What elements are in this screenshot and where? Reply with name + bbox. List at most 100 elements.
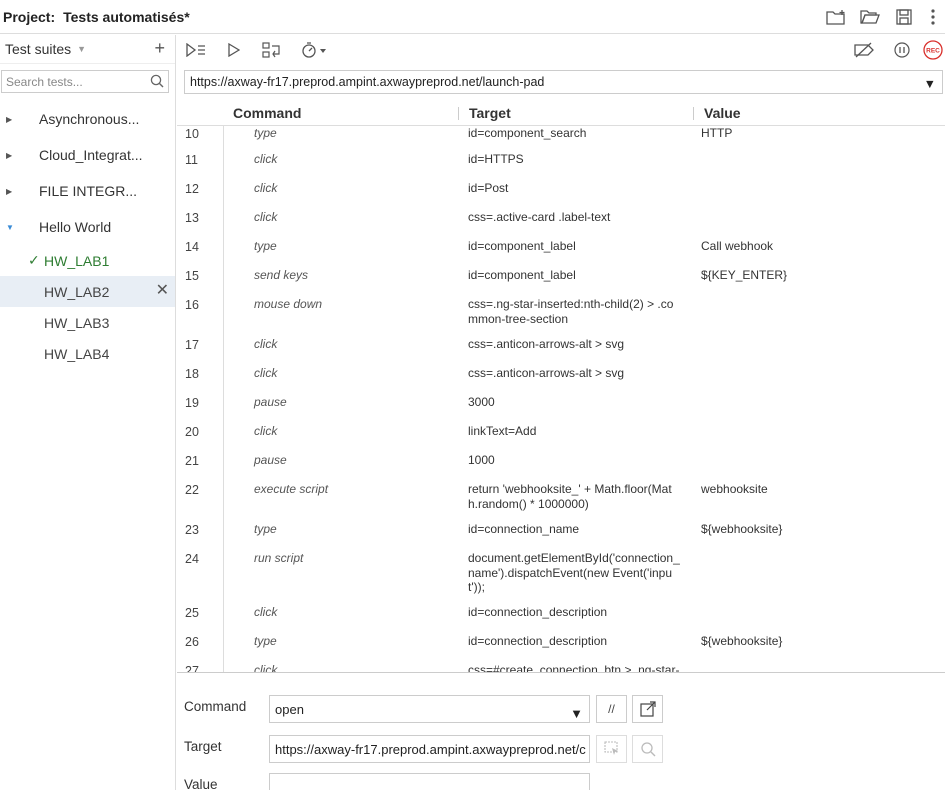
row-command: click [254,424,278,438]
chevron-down-icon[interactable]: ▼ [924,77,936,91]
disable-breakpoints-icon[interactable] [845,36,883,64]
search-tests-box [1,70,169,93]
table-row[interactable]: 27 click css=#create_connection_btn > .ng-… [177,655,945,673]
suite-item[interactable]: ▶ FILE INTEGR... [0,173,175,209]
command-value: open [275,701,304,717]
row-value: Call webhook [701,239,774,253]
row-command: click [254,210,278,224]
table-row[interactable]: 15 send keys id=component_label ${KEY_ENTER… [177,260,945,289]
command-editor: Command open ▼ // Target https://axway-f… [177,674,945,790]
row-target: css=.active-card .label-text [468,210,611,224]
row-target: 3000 [468,395,495,409]
column-divider[interactable] [693,107,694,120]
save-project-icon[interactable] [887,3,921,31]
row-target: document.getElementById('connection_name… [468,551,680,594]
row-number: 24 [185,552,199,566]
record-icon[interactable]: REC [921,36,945,64]
row-value: ${KEY_ENTER} [701,268,788,282]
suite-item[interactable]: ▶ Asynchronous... [0,101,175,137]
project-name[interactable]: Tests automatisés* [63,9,190,25]
row-command: mouse down [254,297,323,311]
table-row[interactable]: 18 click css=.anticon-arrows-alt > svg [177,358,945,387]
row-target: css=.anticon-arrows-alt > svg [468,337,625,351]
chevron-down-icon[interactable]: ▼ [77,44,86,54]
row-number: 15 [185,269,199,283]
more-options-icon[interactable] [921,3,945,31]
row-command: click [254,366,278,380]
table-row[interactable]: 16 mouse down css=.ng-star-inserted:nth-ch… [177,289,945,329]
caret-right-icon[interactable]: ▶ [6,151,12,160]
row-target: css=.ng-star-inserted:nth-child(2) > .co… [468,297,674,326]
row-target: 1000 [468,453,495,467]
run-all-icon[interactable] [177,36,215,64]
table-row[interactable]: 21 pause 1000 [177,445,945,474]
table-row[interactable]: 14 type id=component_label Call webhook [177,231,945,260]
comment-button[interactable]: // [596,695,627,723]
caret-right-icon[interactable]: ▶ [6,115,12,124]
row-command: click [254,181,278,195]
close-icon[interactable]: ✕ [156,283,169,299]
row-target: id=connection_description [468,605,608,619]
suite-tree: ▶ Asynchronous... ▶ Cloud_Integrat... ▶ … [0,101,175,369]
row-number: 25 [185,606,199,620]
table-row[interactable]: 11 click id=HTTPS [177,144,945,173]
table-row[interactable]: 13 click css=.active-card .label-text [177,202,945,231]
test-item[interactable]: HW_LAB3 [0,307,175,338]
add-suite-icon[interactable]: + [154,38,165,59]
table-row[interactable]: 23 type id=connection_name ${webhooksite} [177,514,945,543]
table-row[interactable]: 26 type id=connection_description ${webhook… [177,626,945,655]
select-target-icon[interactable] [596,735,627,763]
table-row[interactable]: 25 click id=connection_description [177,597,945,626]
new-project-icon[interactable] [819,3,853,31]
table-row[interactable]: 17 click css=.anticon-arrows-alt > svg [177,329,945,358]
svg-text:REC: REC [926,47,940,54]
pause-icon[interactable] [883,36,921,64]
row-number: 21 [185,454,199,468]
target-label: Target [184,739,222,754]
row-number: 26 [185,635,199,649]
value-field[interactable] [269,773,590,790]
test-item[interactable]: HW_LAB4 [0,338,175,369]
speed-timer-icon[interactable] [291,36,337,64]
row-target: id=connection_name [468,522,580,536]
row-number: 19 [185,396,199,410]
project-label: Project: [3,8,56,25]
table-row[interactable]: 24 run script document.getElementById('con… [177,543,945,597]
suite-item[interactable]: ▼ Hello World [0,209,175,245]
row-command: pause [254,395,287,409]
row-target: linkText=Add [468,424,537,438]
column-command: Command [233,105,302,121]
column-value: Value [704,105,741,121]
row-value: HTTP [701,126,733,140]
row-value: ${webhooksite} [701,634,783,648]
base-url-select[interactable]: https://axway-fr17.preprod.ampint.axwayp… [184,70,943,94]
open-reference-icon[interactable] [632,695,663,723]
search-tests-input[interactable] [2,71,142,92]
row-command: click [254,152,278,166]
find-target-icon[interactable] [632,735,663,763]
search-icon[interactable] [150,74,164,91]
table-row[interactable]: 10 type id=component_search HTTP [177,126,945,141]
table-row[interactable]: 12 click id=Post [177,173,945,202]
table-row[interactable]: 20 click linkText=Add [177,416,945,445]
column-divider[interactable] [458,107,459,120]
suite-item[interactable]: ▶ Cloud_Integrat... [0,137,175,173]
command-field[interactable]: open ▼ [269,695,590,723]
test-item[interactable]: ✓ HW_LAB1 [0,245,175,276]
chevron-down-icon[interactable]: ▼ [570,706,583,721]
step-over-icon[interactable] [253,36,291,64]
test-suites-dropdown[interactable]: Test suites [5,41,71,57]
row-command: click [254,605,278,619]
row-command: type [254,239,277,253]
caret-right-icon[interactable]: ▶ [6,187,12,196]
row-value: webhooksite [701,482,768,496]
table-row[interactable]: 22 execute script return 'webhooksite_' + … [177,474,945,514]
table-row[interactable]: 19 pause 3000 [177,387,945,416]
test-toolbar: REC [177,35,945,64]
test-item[interactable]: HW_LAB2 ✕ [0,276,175,307]
row-target: css=#create_connection_btn > .ng-star-in… [468,663,680,673]
caret-down-icon[interactable]: ▼ [6,223,14,232]
target-field[interactable]: https://axway-fr17.preprod.ampint.axwayp… [269,735,590,763]
open-project-icon[interactable] [853,3,887,31]
run-current-icon[interactable] [215,36,253,64]
